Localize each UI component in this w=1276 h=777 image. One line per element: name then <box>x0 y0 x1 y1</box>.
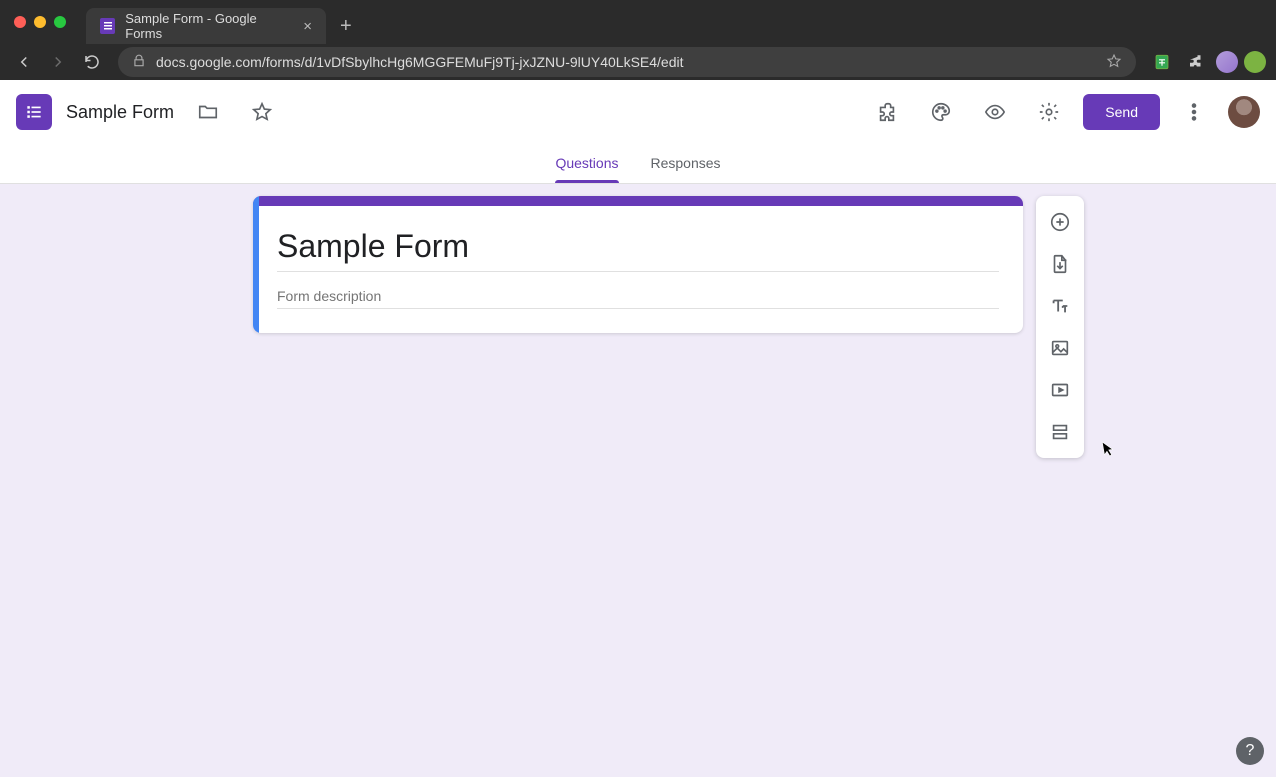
profile-avatar-small[interactable] <box>1216 51 1238 73</box>
add-video-icon[interactable] <box>1040 370 1080 410</box>
question-toolbar <box>1036 196 1084 458</box>
more-menu-icon[interactable] <box>1174 92 1214 132</box>
star-document-icon[interactable] <box>242 92 282 132</box>
card-accent-stripe <box>253 196 1023 206</box>
title-underline <box>277 271 999 272</box>
tab-questions[interactable]: Questions <box>555 155 618 183</box>
google-forms-logo-icon[interactable] <box>16 94 52 130</box>
new-tab-button[interactable]: + <box>340 8 352 44</box>
send-button[interactable]: Send <box>1083 94 1160 130</box>
add-section-icon[interactable] <box>1040 412 1080 452</box>
browser-toolbar: docs.google.com/forms/d/1vDfSbylhcHg6MGG… <box>0 44 1276 80</box>
form-title-input[interactable] <box>277 228 999 271</box>
back-button[interactable] <box>10 48 38 76</box>
browser-tab-strip: Sample Form - Google Forms × + <box>0 0 1276 44</box>
add-title-text-icon[interactable] <box>1040 286 1080 326</box>
move-to-folder-icon[interactable] <box>188 92 228 132</box>
form-description-input[interactable] <box>277 288 999 308</box>
form-header-card[interactable] <box>253 196 1023 333</box>
extension-sheets-icon[interactable] <box>1148 48 1176 76</box>
bookmark-star-icon[interactable] <box>1106 53 1122 72</box>
close-tab-icon[interactable]: × <box>303 18 312 35</box>
reload-button[interactable] <box>78 48 106 76</box>
browser-tab-title: Sample Form - Google Forms <box>125 11 289 41</box>
forms-favicon-icon <box>100 18 115 34</box>
url-text: docs.google.com/forms/d/1vDfSbylhcHg6MGG… <box>156 54 684 70</box>
tab-responses[interactable]: Responses <box>651 155 721 183</box>
browser-tab[interactable]: Sample Form - Google Forms × <box>86 8 326 44</box>
account-avatar[interactable] <box>1228 96 1260 128</box>
settings-gear-icon[interactable] <box>1029 92 1069 132</box>
lock-icon <box>132 54 146 71</box>
document-title[interactable]: Sample Form <box>66 102 174 123</box>
window-close-button[interactable] <box>14 16 26 28</box>
secondary-profile-avatar[interactable] <box>1244 51 1266 73</box>
card-selection-stripe <box>253 196 259 333</box>
mouse-cursor-icon <box>1100 439 1118 464</box>
editor-tabs: Questions Responses <box>0 144 1276 184</box>
preview-eye-icon[interactable] <box>975 92 1015 132</box>
form-canvas <box>0 184 1276 777</box>
address-bar[interactable]: docs.google.com/forms/d/1vDfSbylhcHg6MGG… <box>118 47 1136 77</box>
forward-button[interactable] <box>44 48 72 76</box>
window-zoom-button[interactable] <box>54 16 66 28</box>
description-underline <box>277 308 999 309</box>
help-button[interactable]: ? <box>1236 737 1264 765</box>
addons-puzzle-icon[interactable] <box>867 92 907 132</box>
import-questions-icon[interactable] <box>1040 244 1080 284</box>
customize-theme-palette-icon[interactable] <box>921 92 961 132</box>
app-header: Sample Form Send <box>0 80 1276 144</box>
window-controls <box>0 0 80 44</box>
extensions-puzzle-icon[interactable] <box>1182 48 1210 76</box>
add-image-icon[interactable] <box>1040 328 1080 368</box>
add-question-icon[interactable] <box>1040 202 1080 242</box>
window-minimize-button[interactable] <box>34 16 46 28</box>
